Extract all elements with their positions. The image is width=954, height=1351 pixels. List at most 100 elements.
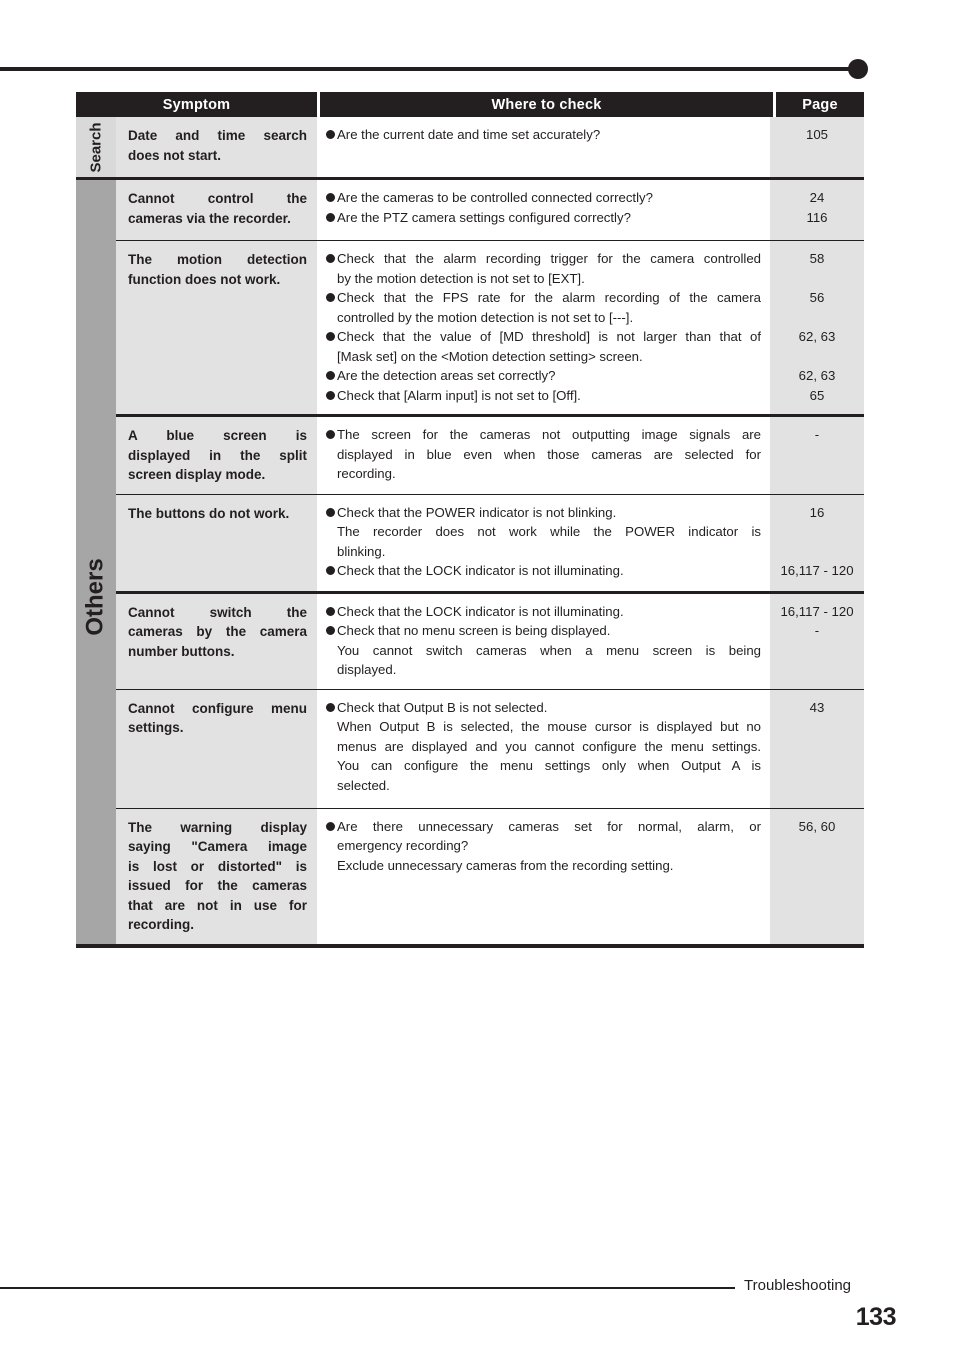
bullet-dot-icon — [326, 390, 335, 400]
bullet-dot-icon — [326, 212, 335, 222]
symptom-cell: The motion detection function does not wo… — [116, 241, 317, 414]
page-cell: 16 16,117 - 120 — [770, 494, 864, 591]
page-reference: - — [814, 623, 820, 638]
check-continuation-line: The recorder does not work while the POW… — [337, 524, 761, 539]
check-text: Check that Output B is not selected. — [337, 698, 761, 718]
check-item: Check that the value of [MD threshold] i… — [326, 327, 761, 366]
check-item: Check that the LOCK indicator is not ill… — [326, 561, 761, 581]
check-item: Check that the LOCK indicator is not ill… — [326, 602, 761, 622]
check-text-line: The screen for the cameras not outputtin… — [337, 427, 761, 442]
column-header-page: Page — [802, 96, 838, 113]
bullet-dot-icon — [326, 130, 335, 139]
page-reference: 16,117 - 120 — [780, 563, 854, 578]
check-text-line: emergency recording? — [337, 838, 469, 853]
symptom-line: settings. — [128, 720, 184, 735]
bullet-dot-icon — [326, 371, 335, 380]
page-reference: 16,117 - 120 — [780, 603, 854, 619]
where-to-check-cell: Check that the alarm recording trigger f… — [317, 241, 770, 414]
symptom-line: The buttons do not work. — [128, 505, 290, 521]
check-text-line: Are there unnecessary cameras set for no… — [337, 818, 761, 834]
check-text-line: controlled by the motion detection is no… — [337, 309, 634, 325]
check-text: Check that [Alarm input] is not set to [… — [337, 386, 761, 406]
check-text-line: Check that the POWER indicator is not bl… — [337, 504, 617, 520]
page-reference: 58 — [809, 251, 825, 266]
check-item: Are the detection areas set correctly? — [326, 366, 761, 386]
table-row: The warning display saying "Camera image i… — [116, 807, 864, 944]
bullet-dot-icon — [326, 254, 335, 263]
page-reference: 62, 63 — [798, 368, 836, 383]
symptom-cell: Cannot switch the cameras by the camera nu… — [116, 593, 317, 689]
page-reference: 24 — [809, 190, 825, 205]
symptom-cell: Cannot control the cameras via the record… — [116, 180, 317, 240]
check-continuation: You cannot switch cameras when a menu sc… — [326, 641, 761, 680]
symptom-line: saying "Camera image — [128, 839, 307, 854]
check-item: Check that the FPS rate for the alarm re… — [326, 288, 761, 327]
table-row: Date and time search does not start. Are t… — [116, 117, 864, 177]
check-text-line: Are the detection areas set correctly? — [337, 368, 556, 383]
where-to-check-cell: Are the cameras to be controlled connect… — [317, 180, 770, 240]
table-row: The motion detection function does not wo… — [116, 240, 864, 414]
check-text: Check that the value of [MD threshold] i… — [337, 327, 761, 366]
bullet-dot-icon — [326, 293, 335, 302]
category-label-others: Others — [76, 497, 116, 697]
symptom-line: that are not in use for — [128, 897, 307, 913]
page-reference: 43 — [809, 699, 825, 715]
footer-rule — [0, 1287, 735, 1289]
check-continuation: The recorder does not work while the POW… — [326, 522, 761, 561]
symptom-line: screen display mode. — [128, 467, 266, 482]
bullet-dot-icon — [326, 193, 335, 202]
check-text-line: Check that the LOCK indicator is not ill… — [337, 603, 624, 619]
check-item: Check that the alarm recording trigger f… — [326, 249, 761, 288]
check-text: Are there unnecessary cameras set for no… — [337, 817, 761, 856]
symptom-line: Cannot configure menu — [128, 700, 307, 716]
check-text: Check that the alarm recording trigger f… — [337, 249, 761, 288]
symptom-line: does not start. — [128, 147, 222, 163]
column-header-where-to-check: Where to check — [491, 96, 602, 113]
table-row: A blue screen is displayed in the split sc… — [116, 414, 864, 494]
check-text: Check that the LOCK indicator is not ill… — [337, 602, 761, 622]
check-text: Check that the FPS rate for the alarm re… — [337, 288, 761, 327]
page-cell: 56, 60 — [770, 808, 864, 944]
check-item: Are the PTZ camera settings configured c… — [326, 208, 761, 228]
check-continuation-line: You can configure the menu settings only… — [337, 758, 761, 773]
check-text-line: Check that [Alarm input] is not set to [… — [337, 387, 581, 403]
category-label-others-text: Others — [82, 558, 110, 636]
check-continuation-line: displayed. — [337, 662, 397, 677]
troubleshooting-table: Symptom Where to check Page Search Other… — [76, 92, 864, 948]
check-continuation-line: You cannot switch cameras when a menu sc… — [337, 642, 761, 658]
page-cell: 58 56 62, 63 62, 63 65 — [770, 241, 864, 414]
symptom-line: issued for the cameras — [128, 878, 307, 893]
symptom-line: number buttons. — [128, 643, 235, 659]
check-text-line: Check that Output B is not selected. — [337, 699, 548, 715]
where-to-check-cell: Check that the LOCK indicator is not ill… — [317, 593, 770, 689]
bullet-dot-icon — [326, 507, 335, 517]
symptom-cell: A blue screen is displayed in the split sc… — [116, 417, 317, 494]
where-to-check-cell: Check that Output B is not selected. When… — [317, 689, 770, 808]
header-decorative-dot-icon — [848, 59, 868, 79]
check-item: Are there unnecessary cameras set for no… — [326, 817, 761, 856]
check-text-line: Check that the LOCK indicator is not ill… — [337, 563, 624, 578]
check-continuation-line: menus are displayed and you cannot confi… — [337, 738, 761, 754]
check-item: Check that no menu screen is being displ… — [326, 621, 761, 641]
symptom-line: is lost or distorted" is — [128, 858, 307, 874]
check-text-line: Are the PTZ camera settings configured c… — [337, 209, 631, 225]
table-row: Cannot switch the cameras by the camera nu… — [116, 590, 864, 689]
page-reference: 16 — [809, 504, 825, 520]
check-text: The screen for the cameras not outputtin… — [337, 425, 761, 484]
check-text: Are the cameras to be controlled connect… — [337, 188, 761, 208]
check-text: Check that no menu screen is being displ… — [337, 621, 761, 641]
check-text-line: Check that the alarm recording trigger f… — [337, 251, 761, 266]
where-to-check-cell: Are the current date and time set accura… — [317, 117, 770, 177]
symptom-cell: Date and time search does not start. — [116, 117, 317, 177]
bullet-dot-icon — [326, 332, 335, 341]
category-label-search-text: Search — [87, 121, 105, 173]
page-reference: - — [814, 427, 820, 442]
where-to-check-cell: Are there unnecessary cameras set for no… — [317, 808, 770, 944]
page-cell: 105 — [770, 117, 864, 177]
page-cell: 16,117 - 120 - — [770, 593, 864, 689]
page-reference: 105 — [805, 127, 828, 142]
check-continuation: When Output B is selected, the mouse cur… — [326, 717, 761, 795]
check-continuation-line: When Output B is selected, the mouse cur… — [337, 719, 761, 734]
symptom-line: Cannot control the — [128, 191, 307, 206]
header-decorative-rule — [0, 67, 858, 71]
